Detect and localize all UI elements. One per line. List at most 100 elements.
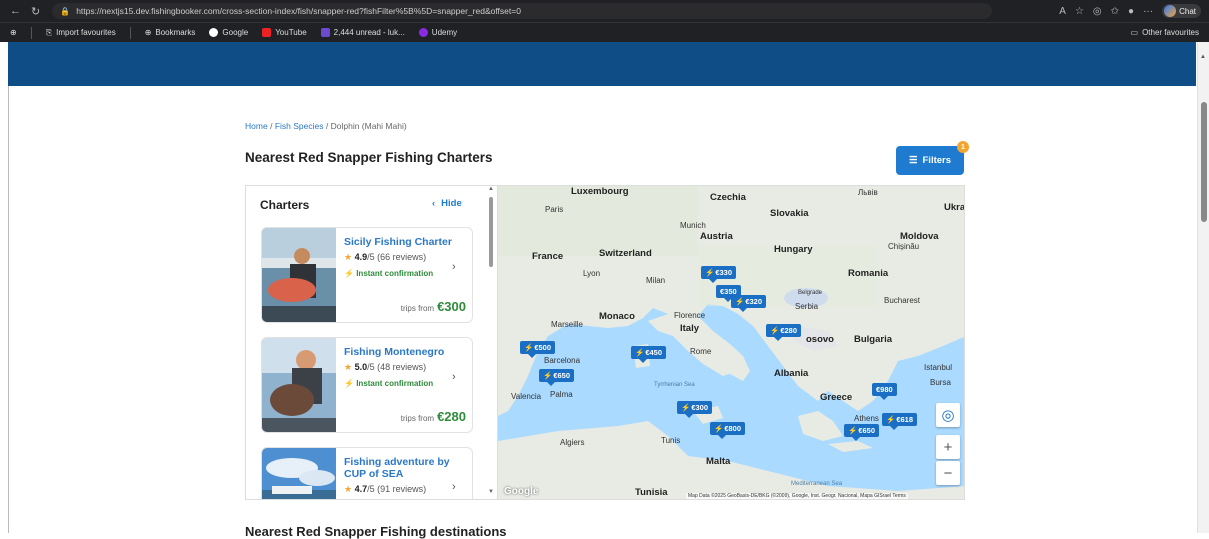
charter-rating: ★ 4.9/5 (66 reviews) (344, 252, 427, 262)
read-aloud-icon[interactable]: A (1059, 6, 1066, 17)
filters-button[interactable]: ☰ Filters (896, 146, 964, 175)
star-icon: ★ (344, 252, 353, 262)
google-logo: Google (504, 486, 539, 497)
zoom-in-button[interactable]: + (936, 435, 960, 459)
import-icon: ⎘ (45, 27, 53, 37)
charters-map[interactable]: Luxembourg Czechia Львів Ukra Paris Muni… (497, 185, 965, 500)
address-bar[interactable]: 🔒 https://nextjs15.dev.fishingbooker.com… (52, 3, 993, 19)
youtube-icon (262, 28, 272, 37)
bookmark-youtube[interactable]: YouTube (262, 28, 307, 37)
price-pin[interactable]: ⚡€320 (731, 295, 767, 312)
lightning-icon: ⚡ (714, 424, 724, 433)
scroll-up-icon[interactable]: ▲ (488, 186, 494, 192)
chevron-right-icon[interactable]: › (452, 261, 456, 273)
mail-icon (320, 28, 330, 37)
map-label: Romania (848, 268, 889, 279)
charter-name[interactable]: Fishing adventure by CUP of SEA (344, 456, 468, 480)
map-label: Chișinău (888, 242, 920, 251)
tab-actions-icon[interactable]: ⊕ (10, 28, 17, 37)
chevron-right-icon[interactable]: › (452, 481, 456, 493)
charter-photo (262, 338, 336, 432)
charter-photo (262, 228, 336, 322)
lightning-icon: ⚡ (524, 343, 534, 352)
charters-scrollbar-thumb[interactable] (489, 197, 493, 267)
lock-icon: 🔒 (60, 6, 71, 16)
map-label: Italy (680, 323, 700, 334)
bookmark-mail[interactable]: 2,444 unread - luk... (320, 28, 405, 37)
more-menu-icon[interactable]: ··· (1143, 6, 1153, 17)
charter-price: trips from €300 (400, 299, 466, 314)
map-attribution[interactable]: Map Data ©2025 GeoBasis-DE/BKG (©2009), … (686, 493, 908, 499)
bookmark-other-favourites[interactable]: ▭ Other favourites (1131, 28, 1199, 37)
breadcrumb-home[interactable]: Home (245, 121, 268, 131)
favorite-star-icon[interactable]: ☆ (1075, 6, 1084, 17)
map-label: Tunisia (635, 487, 668, 498)
map-label: Marseille (551, 320, 584, 329)
lightning-icon: ⚡ (735, 297, 745, 306)
hide-panel-button[interactable]: ‹ Hide (432, 198, 462, 209)
charter-name[interactable]: Fishing Montenegro (344, 346, 468, 358)
back-arrow-icon[interactable]: ← (10, 5, 21, 18)
star-icon: ★ (344, 484, 353, 494)
bookmark-import[interactable]: ⎘ Import favourites (46, 28, 116, 38)
my-location-button[interactable]: ◎ (936, 403, 960, 427)
bookmark-bookmarks[interactable]: ⊕ Bookmarks (145, 28, 196, 37)
map-label: Albania (774, 368, 809, 379)
price-pin[interactable]: ⚡€618 (882, 413, 918, 430)
breadcrumb-fish-species[interactable]: Fish Species (275, 121, 324, 131)
scrollbar-thumb[interactable] (1201, 102, 1207, 222)
bookmark-google[interactable]: Google (209, 28, 248, 37)
lightning-icon: ⚡ (848, 426, 858, 435)
breadcrumb-separator: / (325, 121, 329, 131)
map-label: Athens (854, 414, 879, 423)
favorites-icon[interactable]: ✩ (1111, 6, 1119, 17)
bookmark-separator (30, 26, 32, 39)
copilot-chat-button[interactable]: Chat (1162, 4, 1201, 18)
filters-count-badge: 1 (957, 141, 969, 153)
price-pin[interactable]: €980 (872, 383, 897, 400)
price-pin[interactable]: ⚡€650 (844, 424, 880, 441)
price-pin[interactable]: ⚡€280 (766, 324, 802, 341)
charter-card[interactable]: Sicily Fishing Charter ★ 4.9/5 (66 revie… (261, 227, 473, 323)
price-pin[interactable]: ⚡€500 (520, 341, 556, 358)
charter-card[interactable]: Fishing Montenegro ★ 5.0/5 (48 reviews) … (261, 337, 473, 433)
price-pin[interactable]: ⚡€650 (539, 369, 575, 386)
price-pin[interactable]: ⚡€330 (701, 266, 737, 283)
udemy-icon (418, 28, 428, 37)
map-label: Austria (700, 231, 733, 242)
map-label: Serbia (795, 302, 819, 311)
browser-toolbar: ← ↻ 🔒 https://nextjs15.dev.fishingbooker… (0, 0, 1209, 22)
scroll-down-icon[interactable]: ▼ (488, 489, 494, 495)
bookmarks-bar: ⊕ ⎘ Import favourites ⊕ Bookmarks Google Y… (0, 22, 1209, 42)
charter-name[interactable]: Sicily Fishing Charter (344, 236, 468, 248)
zoom-out-button[interactable]: − (936, 461, 960, 485)
chevron-left-icon: ‹ (432, 198, 436, 209)
site-header (8, 42, 1196, 86)
reload-icon[interactable]: ↻ (31, 5, 40, 18)
page-scrollbar[interactable]: ▲ (1197, 42, 1209, 533)
map-label: Mediterranean Sea (791, 481, 843, 487)
extensions-icon[interactable]: ◎ (1093, 6, 1102, 17)
map-label: Slovakia (770, 208, 809, 219)
map-label: Ukra (944, 202, 965, 213)
price-pin[interactable]: ⚡€450 (631, 346, 667, 363)
map-label: Munich (680, 221, 706, 230)
charter-card[interactable]: Fishing adventure by CUP of SEA ★ 4.7/5 … (261, 447, 473, 499)
lightning-icon: ⚡ (344, 269, 354, 278)
price-pin[interactable]: ⚡€800 (710, 422, 746, 439)
bookmark-udemy[interactable]: Udemy (418, 28, 457, 37)
map-label: Milan (646, 276, 666, 285)
charter-rating: ★ 4.7/5 (91 reviews) (344, 484, 427, 494)
map-label: Luxembourg (571, 186, 629, 197)
profile-avatar[interactable]: ● (1128, 6, 1134, 17)
lightning-icon: ⚡ (705, 268, 715, 277)
price-pin[interactable]: ⚡€300 (677, 401, 713, 418)
map-label: Bulgaria (854, 334, 893, 345)
map-label: Bucharest (884, 296, 921, 305)
charter-price: trips from €280 (400, 409, 466, 424)
map-label: Bursa (930, 378, 951, 387)
scroll-up-icon[interactable]: ▲ (1200, 54, 1206, 60)
charters-scrollbar[interactable]: ▲ ▼ (487, 185, 496, 500)
chevron-right-icon[interactable]: › (452, 371, 456, 383)
map-label: Львів (858, 188, 878, 197)
